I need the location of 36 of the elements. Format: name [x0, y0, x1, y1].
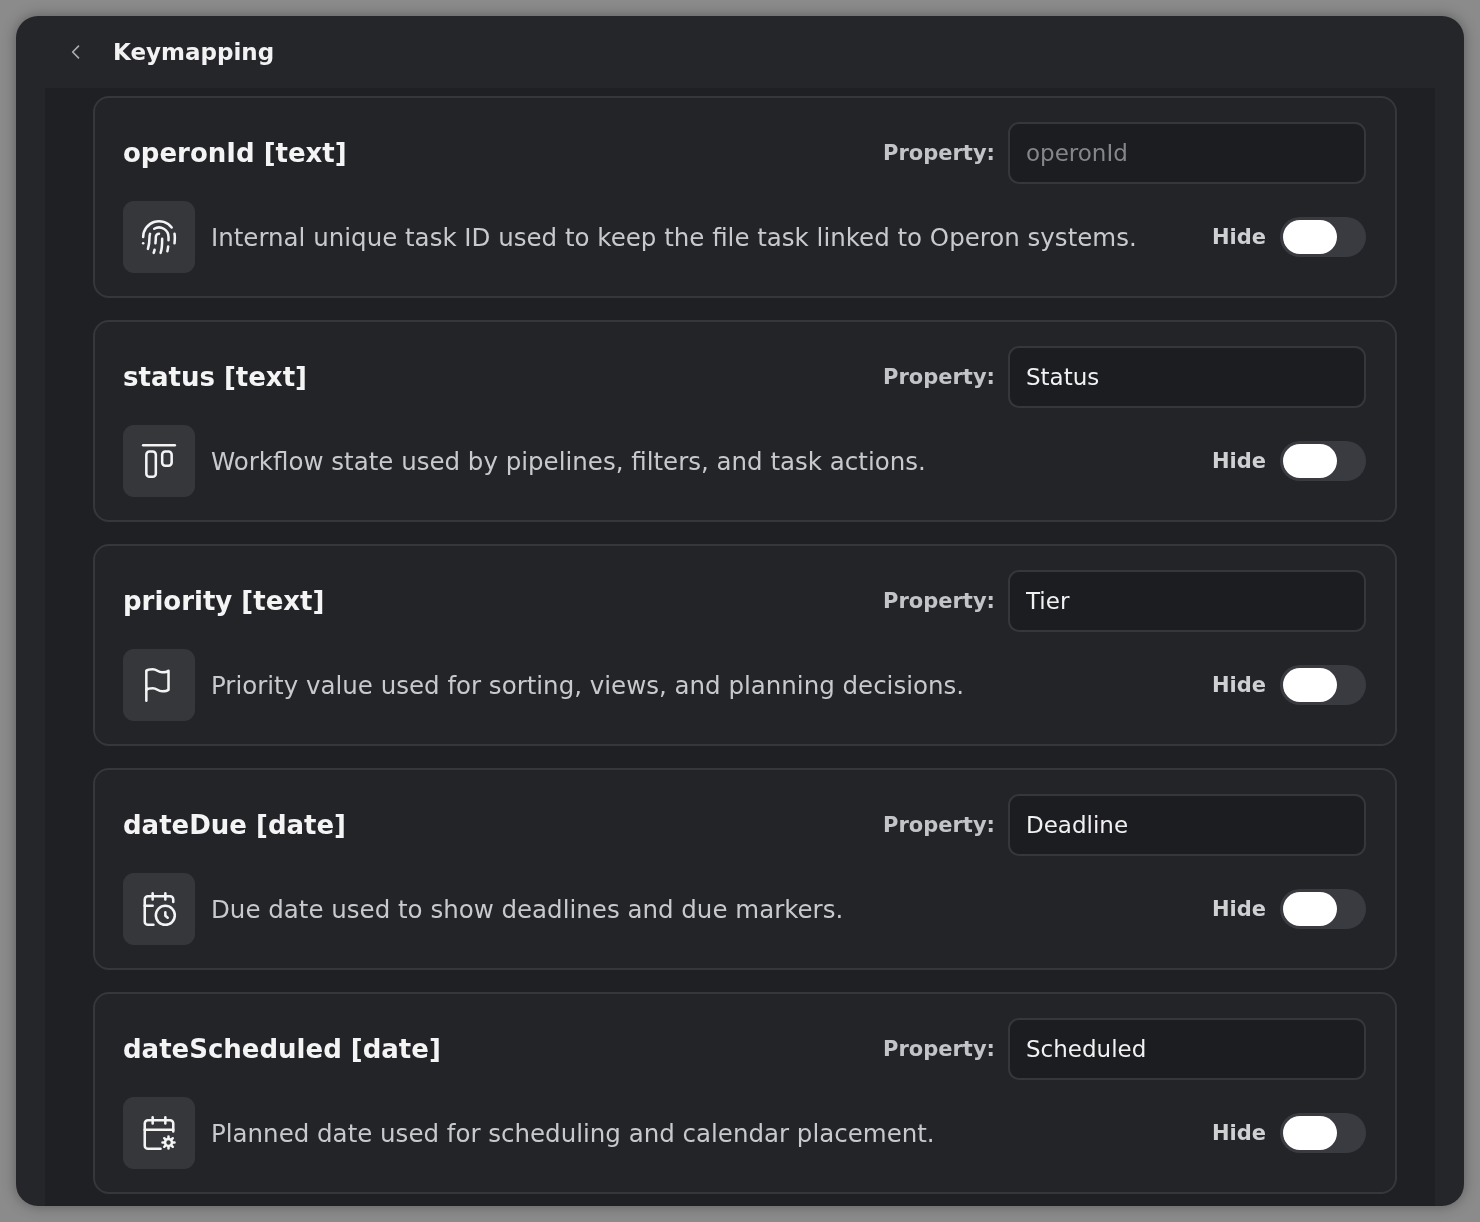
property-label: Property:: [883, 141, 995, 165]
hide-toggle[interactable]: [1280, 1113, 1366, 1153]
hide-label: Hide: [1211, 1121, 1266, 1145]
calendar-clock-icon: [123, 873, 195, 945]
field-description: Workflow state used by pipelines, filters, and task actions.: [211, 446, 927, 476]
property-label: Property:: [883, 813, 995, 837]
property-label: Property:: [883, 365, 995, 389]
hide-toggle[interactable]: [1280, 217, 1366, 257]
hide-label: Hide: [1211, 225, 1266, 249]
align-top-icon: [123, 425, 195, 497]
calendar-gear-icon: [123, 1097, 195, 1169]
field-name: priority [text]: [123, 586, 326, 616]
property-input[interactable]: Scheduled: [1008, 1018, 1366, 1080]
field-name: dateDue [date]: [123, 810, 347, 840]
field-name: operonId [text]: [123, 138, 348, 168]
field-name: dateScheduled [date]: [123, 1034, 442, 1064]
hide-toggle[interactable]: [1280, 889, 1366, 929]
property-input[interactable]: Tier: [1008, 570, 1366, 632]
field-description: Internal unique task ID used to keep the file task linked to Operon systems.: [211, 222, 1138, 252]
field-description: Priority value used for sorting, views, and planning decisions.: [211, 670, 966, 700]
property-label: Property:: [883, 589, 995, 613]
property-input[interactable]: Status: [1008, 346, 1366, 408]
property-input[interactable]: Deadline: [1008, 794, 1366, 856]
hide-label: Hide: [1211, 673, 1266, 697]
flag-icon: [123, 649, 195, 721]
hide-label: Hide: [1211, 897, 1266, 921]
fingerprint-icon: [123, 201, 195, 273]
hide-toggle[interactable]: [1280, 665, 1366, 705]
property-input[interactable]: operonId: [1008, 122, 1366, 184]
field-description: Due date used to show deadlines and due markers.: [211, 894, 845, 924]
hide-toggle[interactable]: [1280, 441, 1366, 481]
page-title: Keymapping: [113, 39, 275, 65]
property-label: Property:: [883, 1037, 995, 1061]
hide-label: Hide: [1211, 449, 1266, 473]
field-name: status [text]: [123, 362, 308, 392]
field-description: Planned date used for scheduling and calendar placement.: [211, 1118, 936, 1148]
